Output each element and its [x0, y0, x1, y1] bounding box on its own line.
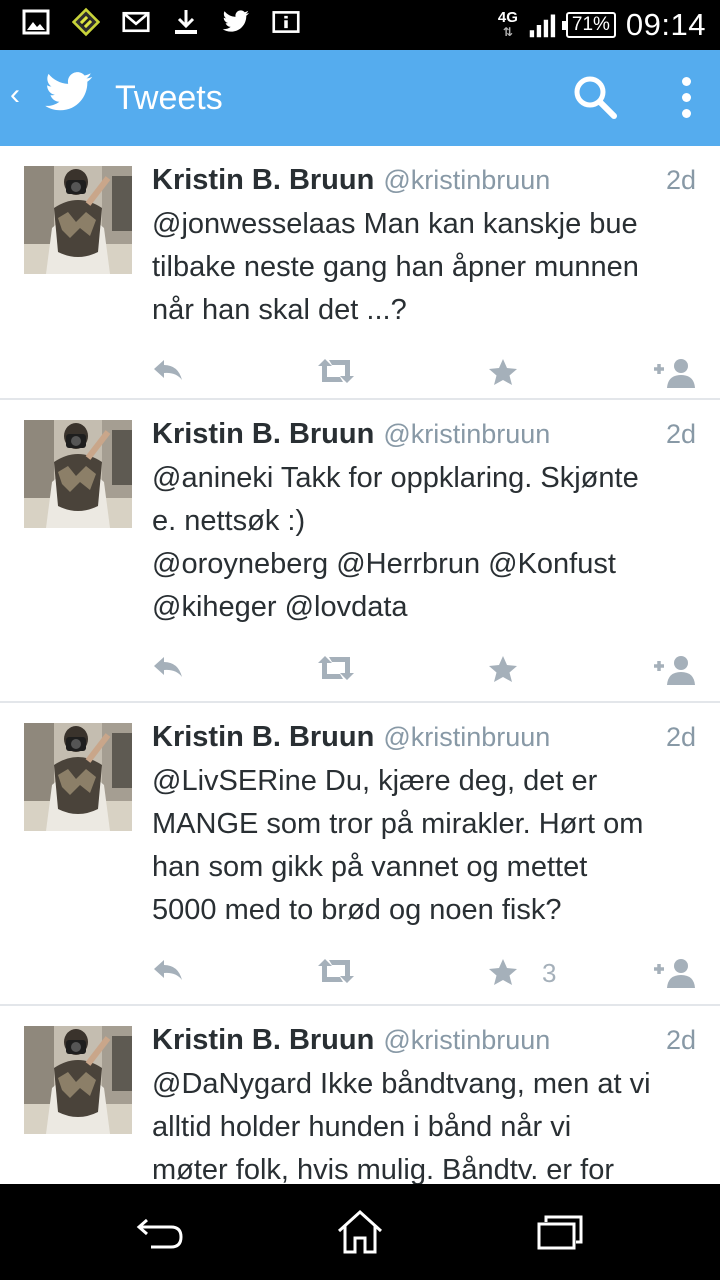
retweet-icon[interactable]: [316, 655, 356, 681]
twitter-icon: [222, 8, 250, 36]
follow-icon[interactable]: [652, 958, 696, 988]
avatar[interactable]: [24, 166, 132, 274]
download-icon: [172, 8, 200, 36]
retweet-icon[interactable]: [316, 358, 356, 384]
reply-icon[interactable]: [152, 958, 184, 982]
clock: 09:14: [625, 7, 706, 42]
author-handle[interactable]: @kristinbruun: [383, 722, 666, 753]
home-icon[interactable]: [330, 1208, 390, 1256]
tweet-actions: [152, 635, 696, 713]
image-icon: [22, 8, 50, 36]
tweet-item[interactable]: Kristin B. Bruun @kristinbruun 2d @DaNyg…: [0, 1006, 720, 1184]
twitter-logo-icon[interactable]: [44, 72, 94, 119]
favorite-count: 3: [542, 958, 557, 988]
tweet-timestamp: 2d: [665, 722, 696, 752]
status-indicators: 4G ⇅ 71% 09:14: [498, 6, 706, 44]
tweet-timestamp: 2d: [665, 1025, 696, 1055]
notification-icons: [22, 7, 300, 37]
tweet-timestamp: 2d: [665, 419, 696, 449]
tweet-text[interactable]: @DaNygard Ikke båndtvang, men at vi allt…: [152, 1063, 696, 1184]
page-title: Tweets: [115, 79, 223, 117]
author-handle[interactable]: @kristinbruun: [383, 165, 666, 196]
signal-icon: [528, 11, 556, 39]
tweet-item[interactable]: Kristin B. Bruun @kristinbruun 2d @anine…: [0, 400, 720, 703]
tweet-text[interactable]: @anineki Takk for oppklaring. Skjønte e.…: [152, 457, 696, 629]
tweet-timestamp: 2d: [665, 165, 696, 195]
star-icon[interactable]: [488, 655, 518, 683]
follow-icon[interactable]: [652, 358, 696, 388]
author-name[interactable]: Kristin B. Bruun: [152, 418, 374, 451]
gmail-icon: [122, 8, 150, 36]
retweet-icon[interactable]: [316, 958, 356, 984]
overflow-menu-icon[interactable]: [672, 74, 702, 122]
search-icon[interactable]: [572, 74, 618, 125]
tweet-text[interactable]: @LivSERine Du, kjære deg, det er MANGE s…: [152, 760, 696, 932]
back-chevron-icon[interactable]: ‹: [10, 80, 20, 110]
avatar[interactable]: [24, 723, 132, 831]
tweet-actions: 3: [152, 938, 696, 1016]
author-handle[interactable]: @kristinbruun: [383, 419, 666, 450]
status-bar: 4G ⇅ 71% 09:14: [0, 0, 720, 50]
author-name[interactable]: Kristin B. Bruun: [152, 721, 374, 754]
reply-icon[interactable]: [152, 358, 184, 382]
tweet-item[interactable]: Kristin B. Bruun @kristinbruun 2d @LivSE…: [0, 703, 720, 1006]
star-icon[interactable]: [488, 358, 518, 386]
tweet-text[interactable]: @jonwesselaas Man kan kanskje bue tilbak…: [152, 203, 696, 332]
reply-icon[interactable]: [152, 655, 184, 679]
app-bar: ‹ Tweets: [0, 50, 720, 146]
network-type: 4G ⇅: [497, 9, 518, 39]
game-icon: [72, 7, 100, 37]
author-name[interactable]: Kristin B. Bruun: [152, 1024, 374, 1057]
info-icon: [272, 8, 300, 36]
follow-icon[interactable]: [652, 655, 696, 685]
author-handle[interactable]: @kristinbruun: [383, 1025, 666, 1056]
avatar[interactable]: [24, 1026, 132, 1134]
battery-indicator: 71%: [561, 12, 616, 38]
back-icon[interactable]: [130, 1208, 190, 1256]
tweet-timeline[interactable]: Kristin B. Bruun @kristinbruun 2d @jonwe…: [0, 146, 720, 1184]
system-nav-bar: [0, 1184, 720, 1280]
tweet-item[interactable]: Kristin B. Bruun @kristinbruun 2d @jonwe…: [0, 146, 720, 400]
author-name[interactable]: Kristin B. Bruun: [152, 164, 374, 197]
recent-apps-icon[interactable]: [530, 1208, 590, 1256]
star-icon[interactable]: [488, 958, 518, 986]
avatar[interactable]: [24, 420, 132, 528]
